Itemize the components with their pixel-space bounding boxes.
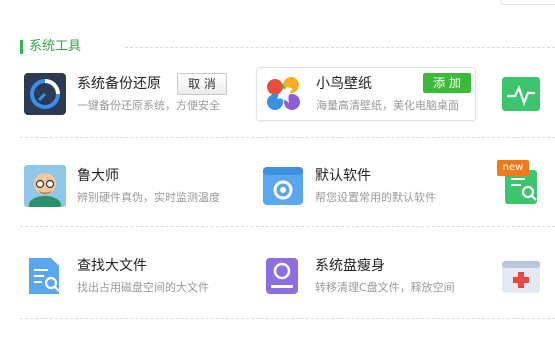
- row-divider: [20, 318, 555, 319]
- default-software-gear-icon: [262, 165, 304, 207]
- tool-description: 帮您设置常用的默认软件: [315, 191, 436, 204]
- tool-item-ludashi[interactable]: 鲁大师 辨别硬件真伪，实时监测温度: [24, 163, 239, 214]
- tool-item-bird-wallpaper[interactable]: 小鸟壁纸 海量高清壁纸，美化电脑桌面 添 加: [263, 71, 473, 119]
- tool-item-system-disk-slim[interactable]: 系统盘瘦身 转移清理C盘文件，释放空间: [262, 253, 477, 301]
- window-top-edge: [500, 0, 555, 5]
- tool-item-first-aid[interactable]: [502, 253, 555, 301]
- tool-item-network-monitor[interactable]: [502, 71, 555, 119]
- first-aid-kit-icon: [502, 255, 544, 297]
- ludashi-avatar-icon: [24, 165, 66, 214]
- row-divider: [20, 226, 555, 227]
- find-large-files-icon: [24, 255, 66, 297]
- heartbeat-monitor-icon: [502, 73, 544, 115]
- tool-item-default-software[interactable]: 默认软件 帮您设置常用的默认软件: [262, 163, 477, 211]
- tool-description: 转移清理C盘文件，释放空间: [315, 281, 455, 294]
- tool-title: 鲁大师: [77, 168, 119, 184]
- cancel-button[interactable]: 取 消: [177, 73, 227, 95]
- tool-description: 海量高清壁纸，美化电脑桌面: [316, 99, 459, 112]
- tool-description: 一键备份还原系统，方便安全: [77, 99, 220, 112]
- tool-title: 默认软件: [315, 168, 371, 184]
- tool-item-new-green[interactable]: new: [497, 160, 555, 208]
- tool-description: 找出占用磁盘空间的大文件: [77, 281, 209, 294]
- section-divider: [125, 47, 555, 48]
- tool-description: 辨别硬件真伪，实时监测温度: [77, 191, 220, 204]
- section-title: 系统工具: [29, 39, 82, 54]
- tool-title: 查找大文件: [77, 258, 147, 274]
- tool-item-backup-restore[interactable]: 系统备份还原 一键备份还原系统，方便安全 取 消: [24, 71, 239, 119]
- tool-card-bird-wallpaper[interactable]: 小鸟壁纸 海量高清壁纸，美化电脑桌面 添 加: [256, 67, 476, 121]
- row-divider: [20, 137, 555, 138]
- add-button[interactable]: 添 加: [423, 73, 471, 93]
- section-accent-bar: [20, 40, 23, 54]
- tool-title: 系统盘瘦身: [315, 258, 385, 274]
- backup-restore-icon: [24, 73, 66, 115]
- disk-slim-icon: [262, 255, 304, 297]
- tool-title: 系统备份还原: [77, 76, 161, 92]
- new-badge: new: [497, 160, 529, 176]
- tool-item-find-large-files[interactable]: 查找大文件 找出占用磁盘空间的大文件: [24, 253, 239, 301]
- bird-wallpaper-icon: [263, 73, 305, 115]
- tool-title: 小鸟壁纸: [316, 76, 372, 92]
